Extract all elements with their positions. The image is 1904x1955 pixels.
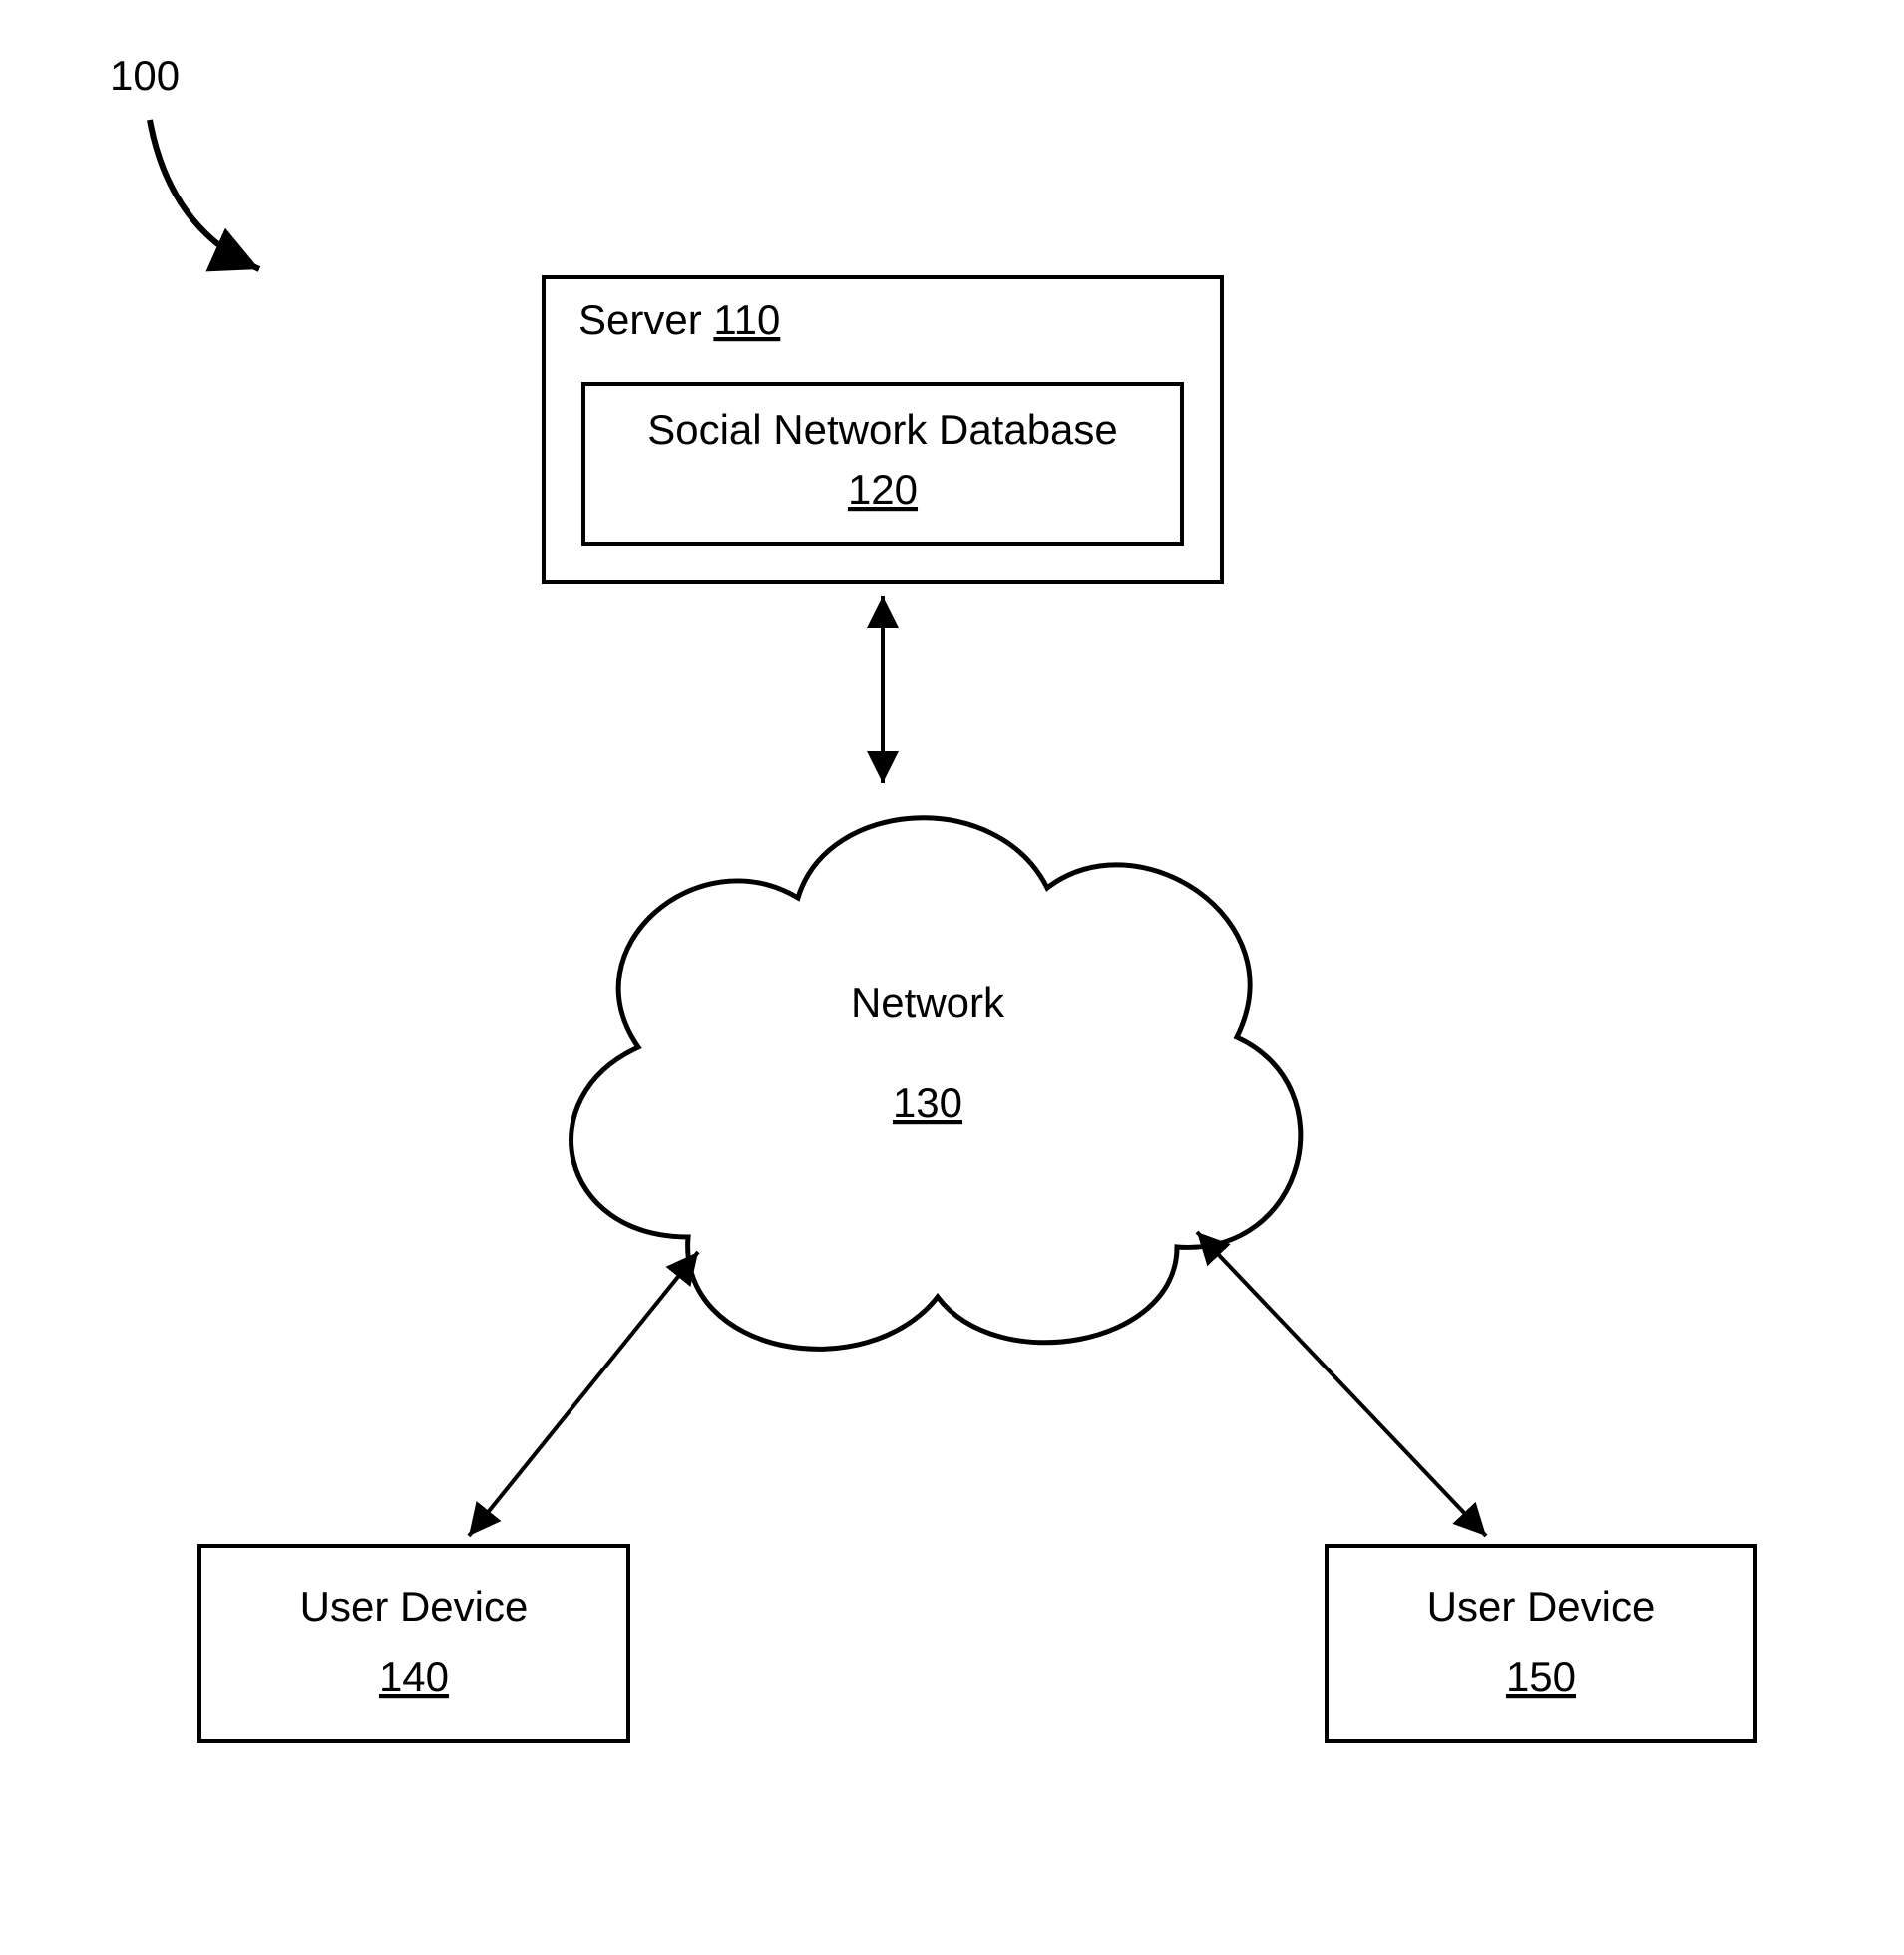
server-box: Server 110 Social Network Database 120 <box>544 277 1222 582</box>
server-ref: 110 <box>713 296 780 343</box>
database-ref: 120 <box>848 466 918 513</box>
figure-ref: 100 <box>110 52 180 99</box>
server-label: Server <box>578 296 702 343</box>
system-diagram: 100 Server 110 Social Network Database 1… <box>0 0 1904 1955</box>
user-device-right-label: User Device <box>1427 1583 1656 1630</box>
user-device-left-ref: 140 <box>379 1653 449 1700</box>
network-ref: 130 <box>893 1079 962 1126</box>
database-label: Social Network Database <box>647 406 1118 453</box>
database-box: Social Network Database 120 <box>583 384 1182 544</box>
user-device-left: User Device 140 <box>199 1546 628 1741</box>
network-label: Network <box>851 979 1005 1026</box>
connector-network-device-right <box>1197 1232 1486 1536</box>
connector-network-device-left <box>469 1252 698 1536</box>
user-device-left-label: User Device <box>300 1583 529 1630</box>
figure-pointer <box>150 120 259 269</box>
user-device-right-ref: 150 <box>1506 1653 1576 1700</box>
user-device-right: User Device 150 <box>1327 1546 1755 1741</box>
network-cloud: Network 130 <box>571 818 1301 1350</box>
svg-text:Server 110: Server 110 <box>578 296 780 343</box>
